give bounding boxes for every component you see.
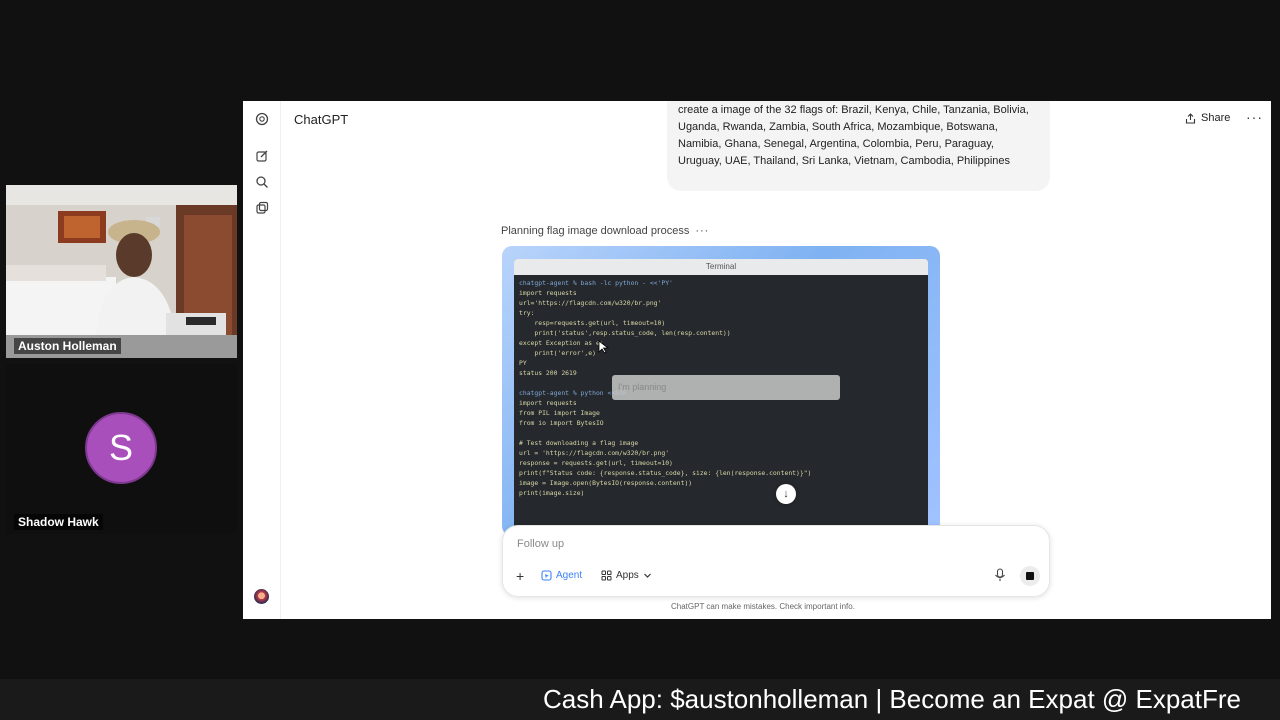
status-more-icon[interactable]: ···	[695, 225, 709, 237]
new-chat-icon[interactable]	[255, 149, 269, 163]
more-options-icon[interactable]: ···	[1246, 109, 1263, 125]
terminal-line: print(image.size)	[519, 489, 585, 497]
microphone-icon[interactable]	[994, 568, 1006, 582]
participant-name: Auston Holleman	[14, 338, 121, 354]
scroll-down-button[interactable]: ↓	[776, 484, 796, 504]
ticker-text: Cash App: $austonholleman | Become an Ex…	[543, 684, 1241, 714]
search-icon[interactable]	[255, 175, 269, 189]
agent-mode-pill[interactable]: Agent	[541, 570, 582, 581]
openai-logo-icon[interactable]	[255, 112, 269, 126]
participant-avatar: S	[85, 412, 157, 484]
planning-overlay: I'm planning	[612, 375, 840, 400]
share-label: Share	[1201, 112, 1231, 124]
terminal-line: try:	[519, 309, 535, 317]
stream-ticker: Cash App: $austonholleman | Become an Ex…	[0, 679, 1280, 720]
sidebar-rail	[243, 101, 281, 619]
stream-stage: Auston Holleman S Shadow Hawk ChatGPT Sh…	[0, 0, 1280, 720]
agent-status[interactable]: Planning flag image download process ···	[501, 225, 709, 237]
composer[interactable]: Follow up + Agent Apps	[502, 525, 1050, 597]
terminal-line: url = 'https://flagcdn.com/w320/br.png'	[519, 449, 670, 457]
webcam-feed-image	[6, 185, 237, 358]
terminal-line: from io import BytesIO	[519, 419, 604, 427]
terminal-title: Terminal	[514, 259, 928, 275]
share-icon	[1185, 112, 1196, 124]
terminal-window: Terminal chatgpt-agent % bash -lc python…	[514, 259, 928, 536]
participant-avatar-tile[interactable]: S Shadow Hawk	[6, 364, 237, 534]
library-icon[interactable]	[255, 201, 269, 215]
follow-up-input[interactable]: Follow up	[517, 538, 564, 550]
agent-screen-frame: Terminal chatgpt-agent % bash -lc python…	[502, 246, 940, 536]
terminal-line: chatgpt-agent % bash -lc python - <<'PY'	[519, 279, 673, 287]
app-title[interactable]: ChatGPT	[294, 112, 348, 127]
terminal-line: except Exception as e:	[519, 339, 604, 347]
apps-grid-icon	[601, 570, 612, 581]
agent-label: Agent	[556, 570, 583, 581]
stop-button[interactable]	[1020, 566, 1040, 586]
terminal-line: print('error',e)	[519, 349, 596, 357]
terminal-line: response = requests.get(url, timeout=10)	[519, 459, 673, 467]
user-message-bubble: create a image of the 32 flags of: Brazi…	[667, 101, 1050, 191]
agent-icon	[541, 570, 552, 581]
participant-name: Shadow Hawk	[14, 514, 103, 530]
terminal-line: import requests	[519, 289, 577, 297]
share-button[interactable]: Share	[1185, 112, 1230, 124]
terminal-line: url='https://flagcdn.com/w320/br.png'	[519, 299, 662, 307]
apps-label: Apps	[616, 570, 639, 581]
chatgpt-window: ChatGPT Share ··· create a image of the …	[243, 101, 1271, 619]
terminal-line: from PIL import Image	[519, 409, 600, 417]
terminal-line: print(f"Status code: {response.status_co…	[519, 469, 812, 477]
avatar-initial: S	[108, 427, 133, 468]
terminal-line: print('status',resp.status_code, len(res…	[519, 329, 731, 337]
add-attachment-button[interactable]: +	[516, 568, 524, 584]
terminal-line: resp=requests.get(url, timeout=10)	[519, 319, 666, 327]
chevron-down-icon	[643, 573, 651, 578]
agent-status-text: Planning flag image download process	[501, 225, 690, 237]
apps-dropdown[interactable]: Apps	[601, 570, 652, 581]
participant-video-tile[interactable]: Auston Holleman	[6, 185, 237, 358]
disclaimer-text: ChatGPT can make mistakes. Check importa…	[671, 602, 855, 611]
terminal-line: image = Image.open(BytesIO(response.cont…	[519, 479, 693, 487]
mouse-cursor-icon	[598, 340, 610, 354]
terminal-line: # Test downloading a flag image	[519, 439, 639, 447]
user-avatar[interactable]	[254, 589, 269, 604]
terminal-line: PY	[519, 359, 527, 367]
